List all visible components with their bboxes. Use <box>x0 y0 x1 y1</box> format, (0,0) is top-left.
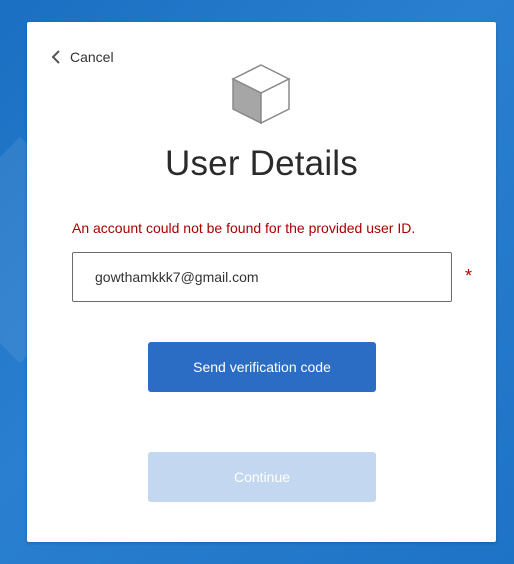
error-message: An account could not be found for the pr… <box>72 220 416 236</box>
send-verification-code-button[interactable]: Send verification code <box>148 342 376 392</box>
page-background: Cancel User Details An account could not… <box>0 0 514 564</box>
cancel-link[interactable]: Cancel <box>49 48 114 66</box>
cancel-label: Cancel <box>70 49 114 65</box>
chevron-left-icon <box>49 48 63 66</box>
continue-button[interactable]: Continue <box>148 452 376 502</box>
required-marker: * <box>465 266 473 286</box>
cube-icon <box>229 61 293 125</box>
page-title: User Details <box>164 144 358 183</box>
user-details-card: Cancel User Details An account could not… <box>27 22 496 542</box>
email-field[interactable] <box>72 252 452 302</box>
